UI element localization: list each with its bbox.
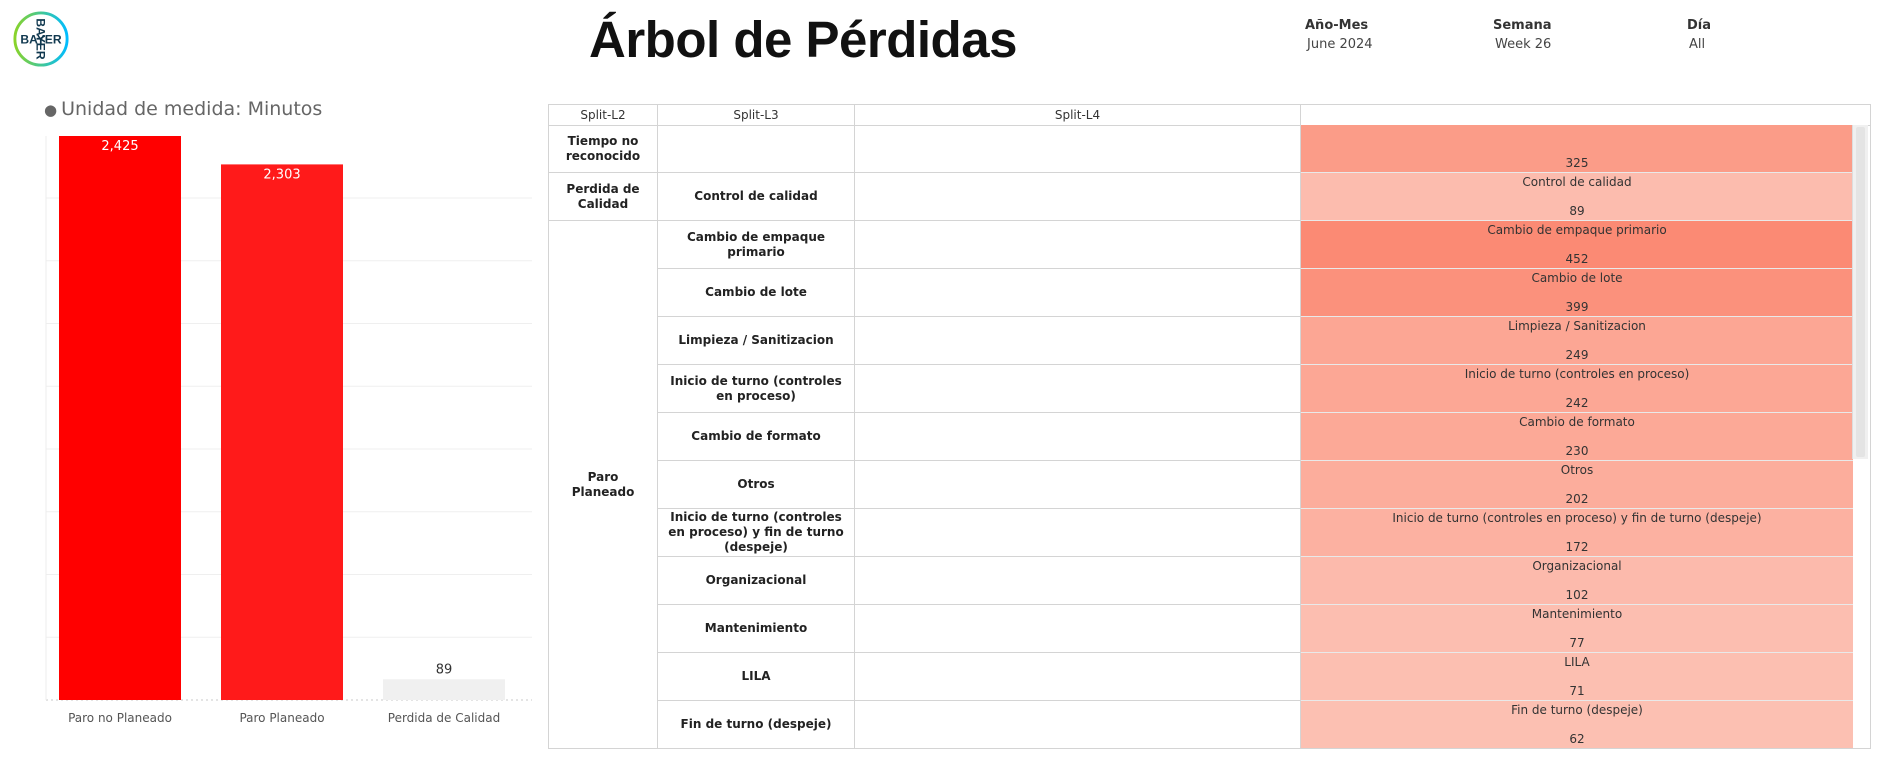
tree-cell-l4: [855, 413, 1301, 461]
tree-cell-l3: Cambio de empaque primario: [658, 221, 855, 269]
bar-label: Cambio de lote: [1531, 271, 1623, 285]
category-label: Paro no Planeado: [68, 711, 172, 725]
filter-label: Semana: [1493, 18, 1552, 33]
scrollbar-thumb[interactable]: [1856, 127, 1865, 457]
tree-value-bar[interactable]: Control de calidad 89: [1301, 173, 1853, 221]
bar-label: Fin de turno (despeje): [1511, 703, 1643, 717]
tree-value-bar[interactable]: Limpieza / Sanitizacion 249: [1301, 317, 1853, 365]
tree-value-bar[interactable]: Organizacional 102: [1301, 557, 1853, 605]
bar-label: Mantenimiento: [1531, 607, 1623, 621]
bar-label: Inicio de turno (controles en proceso) y…: [1392, 511, 1762, 525]
tree-value-bar[interactable]: 325: [1301, 125, 1853, 173]
tree-cell-l3: Mantenimiento: [658, 605, 855, 653]
tree-cell-l3: Cambio de lote: [658, 269, 855, 317]
filter-semana[interactable]: Semana Week 26: [1493, 18, 1633, 52]
bar-value-label: 89: [436, 662, 453, 677]
header-value: [1301, 105, 1870, 125]
header-split-l2: Split-L2: [549, 105, 658, 125]
tree-cell-l3: Limpieza / Sanitizacion: [658, 317, 855, 365]
tree-cell-l2: Perdida de Calidad: [549, 173, 658, 221]
bar-value-label: 2,425: [101, 139, 138, 154]
tree-header: Split-L2 Split-L3 Split-L4: [549, 105, 1870, 126]
bar-value: 202: [1565, 492, 1589, 506]
bar-label: Inicio de turno (controles en proceso): [1464, 367, 1690, 381]
bar-value: 62: [1569, 732, 1585, 746]
bar-label: LILA: [1564, 655, 1590, 669]
tree-cell-l3: Cambio de formato: [658, 413, 855, 461]
tree-value-bar[interactable]: Cambio de lote 399: [1301, 269, 1853, 317]
tree-cell-l3: Control de calidad: [658, 173, 855, 221]
tree-value-bar[interactable]: Otros 202: [1301, 461, 1853, 509]
tree-value-bar[interactable]: LILA 71: [1301, 653, 1853, 701]
bar-value: 452: [1565, 252, 1589, 266]
tree-cell-l4: [855, 557, 1301, 605]
bar-label: Otros: [1560, 463, 1594, 477]
tree-cell-l3: Organizacional: [658, 557, 855, 605]
filter-value[interactable]: All: [1687, 37, 1827, 52]
tree-cell-l4: [855, 701, 1301, 748]
tree-cell-l4: [855, 461, 1301, 509]
tree-value-bar[interactable]: Inicio de turno (controles en proceso) 24…: [1301, 365, 1853, 413]
filter-value[interactable]: June 2024: [1305, 37, 1445, 52]
tree-cell-l3: Otros: [658, 461, 855, 509]
tree-cell-l3: [658, 125, 855, 173]
bar-value: 102: [1565, 588, 1589, 602]
loss-bar-chart: 2,425 Paro no Planeado 2,303 Paro Planeado 8…: [45, 136, 532, 725]
tree-cell-l4: [855, 317, 1301, 365]
filter-ano-mes[interactable]: Año-Mes June 2024: [1305, 18, 1445, 52]
tree-cell-l3: Fin de turno (despeje): [658, 701, 855, 748]
bar[interactable]: [383, 679, 505, 700]
bar-value: 325: [1565, 156, 1589, 170]
filter-value[interactable]: Week 26: [1493, 37, 1633, 52]
tree-cell-l4: [855, 173, 1301, 221]
category-label: Paro Planeado: [239, 711, 324, 725]
tree-scrollbar[interactable]: [1852, 125, 1868, 459]
tree-value-bar[interactable]: Cambio de empaque primario 452: [1301, 221, 1853, 269]
bar-value: 77: [1569, 636, 1585, 650]
filter-label: Año-Mes: [1305, 18, 1369, 33]
tree-cell-l4: [855, 605, 1301, 653]
loss-tree-table: Split-L2 Split-L3 Split-L4 Tiempo no rec…: [548, 104, 1871, 749]
tree-cell-l2: Tiempo no reconocido: [549, 125, 658, 173]
tree-cell-l3: Inicio de turno (controles en proceso): [658, 365, 855, 413]
bar-value: 249: [1565, 348, 1589, 362]
tree-cell-l3: Inicio de turno (controles en proceso) y…: [658, 509, 855, 557]
tree-cell-l4: [855, 653, 1301, 701]
bar-label: Cambio de formato: [1519, 415, 1635, 429]
bar-value: 172: [1565, 540, 1589, 554]
tree-cell-l4: [855, 269, 1301, 317]
bar-value: 230: [1565, 444, 1589, 458]
bar[interactable]: [59, 136, 181, 700]
header-split-l4: Split-L4: [855, 105, 1301, 125]
tree-cell-l3: LILA: [658, 653, 855, 701]
bar-label: Limpieza / Sanitizacion: [1508, 319, 1646, 333]
bar-value: 242: [1565, 396, 1589, 410]
header-split-l3: Split-L3: [658, 105, 855, 125]
page-title: Árbol de Pérdidas: [589, 11, 1017, 68]
tree-value-bar[interactable]: Fin de turno (despeje) 62: [1301, 701, 1853, 748]
filter-dia[interactable]: Día All: [1687, 18, 1827, 52]
tree-value-bar[interactable]: Inicio de turno (controles en proceso) y…: [1301, 509, 1853, 557]
tree-cell-l4: [855, 221, 1301, 269]
filter-label: Día: [1687, 18, 1712, 33]
bar-label: Organizacional: [1532, 559, 1622, 573]
tree-value-bar[interactable]: Cambio de formato 230: [1301, 413, 1853, 461]
tree-cell-l2: Paro Planeado: [549, 221, 658, 748]
bar-label: Control de calidad: [1522, 175, 1632, 189]
bar-value: 399: [1565, 300, 1589, 314]
tree-cell-l4: [855, 365, 1301, 413]
bar-label: Cambio de empaque primario: [1487, 223, 1667, 237]
tree-cell-l4: [855, 509, 1301, 557]
bar-value: 71: [1569, 684, 1585, 698]
tree-cell-l4: [855, 125, 1301, 173]
bar-value-label: 2,303: [263, 167, 300, 182]
tree-value-bar[interactable]: Mantenimiento 77: [1301, 605, 1853, 653]
bar[interactable]: [221, 164, 343, 700]
category-label: Perdida de Calidad: [388, 711, 500, 725]
bar-value: 89: [1569, 204, 1585, 218]
